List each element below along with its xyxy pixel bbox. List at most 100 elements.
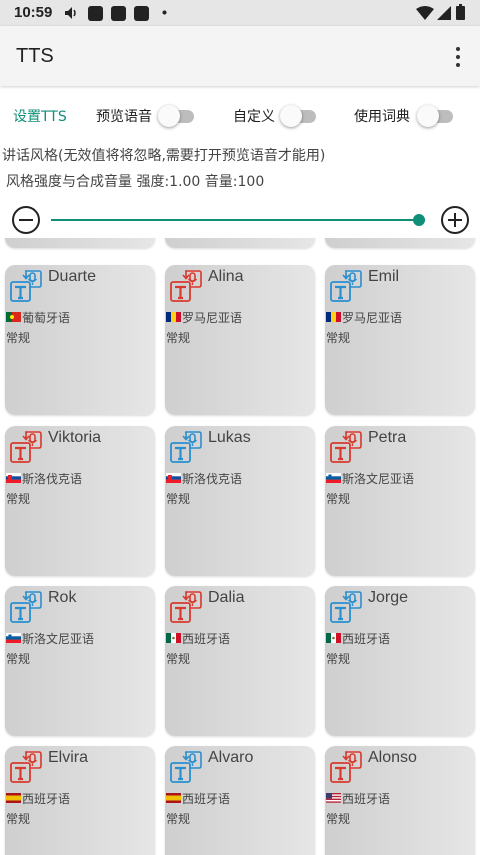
voice-name: Alina	[208, 268, 244, 285]
voice-name: Viktoria	[48, 429, 102, 446]
dot-icon	[162, 10, 167, 15]
notification-icon	[88, 6, 103, 21]
notification-icon	[134, 6, 149, 21]
voice-card[interactable]: Rok 斯洛文尼亚语常规	[5, 586, 155, 736]
voice-style: 常规	[6, 331, 31, 345]
wifi-icon	[416, 6, 434, 20]
tts-voice-icon	[10, 270, 42, 302]
tts-voice-icon	[10, 751, 42, 783]
voice-name: Jorge	[368, 589, 409, 606]
status-time: 10:59	[14, 4, 53, 21]
options-row: 设置TTS 预览语音 自定义 使用词典	[0, 100, 480, 130]
notification-icon	[111, 6, 126, 21]
voice-style: 常规	[166, 492, 191, 506]
voice-card[interactable]: Alina 罗马尼亚语常规	[165, 265, 315, 415]
increase-button[interactable]	[441, 206, 469, 234]
voice-language: 西班牙语	[342, 792, 391, 806]
voice-style: 常规	[326, 492, 351, 506]
volume-icon	[65, 7, 76, 19]
country-flag-icon	[326, 633, 341, 643]
voice-card[interactable]: Petra 斯洛文尼亚语常规	[325, 426, 475, 576]
more-options-icon[interactable]	[450, 46, 466, 68]
voice-language: 斯洛文尼亚语	[342, 472, 415, 486]
voice-card-partial[interactable]	[325, 238, 475, 248]
voice-style: 常规	[166, 331, 191, 345]
battery-icon	[456, 4, 465, 20]
country-flag-icon	[166, 633, 181, 643]
country-flag-icon	[326, 312, 341, 322]
voice-grid: Duarte 葡萄牙语 常规 Alina 罗马尼亚语 常规 Emil 罗马尼亚语 常规 Vikto…	[0, 238, 480, 855]
voice-card[interactable]: Viktoria 斯洛伐克语常规	[5, 426, 155, 576]
tts-voice-icon	[170, 591, 202, 623]
voice-card[interactable]: Alonso 西班牙语常规	[325, 746, 475, 855]
voice-card[interactable]: Lukas 斯洛伐克语 常规	[165, 426, 315, 576]
voice-style: 常规	[166, 812, 191, 826]
signal-icon	[437, 6, 451, 20]
voice-style: 常规	[326, 652, 351, 666]
voice-language: 西班牙语	[182, 632, 231, 646]
voice-language: 罗马尼亚语	[182, 311, 243, 325]
country-flag-icon	[6, 793, 21, 803]
tts-voice-icon	[10, 591, 42, 623]
tts-voice-icon	[330, 431, 362, 463]
dict-label: 使用词典	[354, 109, 410, 125]
tts-voice-icon	[330, 591, 362, 623]
voice-style: 常规	[6, 652, 31, 666]
country-flag-icon	[6, 473, 21, 483]
tts-voice-icon	[330, 751, 362, 783]
preview-label: 预览语音	[96, 109, 152, 125]
style-description: 讲话风格(无效值将将忽略,需要打开预览语音才能用)	[2, 148, 326, 164]
voice-card[interactable]: Elvira 西班牙语 常规	[5, 746, 155, 855]
style-slider-row	[0, 202, 480, 238]
voice-card[interactable]: Alvaro 西班牙语常规	[165, 746, 315, 855]
voice-name: Dalia	[208, 589, 245, 606]
slider-track[interactable]	[51, 219, 419, 221]
style-intensity-volume: 风格强度与合成音量 强度:1.00 音量:100	[6, 174, 265, 190]
voice-language: 西班牙语	[342, 632, 391, 646]
country-flag-icon	[166, 312, 181, 322]
country-flag-icon	[6, 312, 21, 322]
country-flag-icon	[326, 473, 341, 483]
status-bar: 10:59	[0, 0, 480, 26]
voice-name: Rok	[48, 589, 77, 606]
country-flag-icon	[326, 793, 341, 803]
voice-name: Elvira	[48, 749, 89, 766]
voice-language: 西班牙语	[182, 792, 231, 806]
tts-voice-icon	[10, 431, 42, 463]
voice-style: 常规	[6, 812, 31, 826]
country-flag-icon	[166, 793, 181, 803]
dict-toggle[interactable]	[417, 105, 455, 127]
tts-voice-icon	[170, 270, 202, 302]
voice-language: 斯洛伐克语	[22, 472, 83, 486]
voice-card-partial[interactable]	[165, 238, 315, 248]
voice-name: Emil	[368, 268, 400, 285]
app-title: TTS	[16, 45, 54, 67]
voice-card[interactable]: Dalia 西班牙语常规	[165, 586, 315, 736]
voice-name: Duarte	[48, 268, 97, 285]
voice-style: 常规	[6, 492, 31, 506]
voice-language: 斯洛伐克语	[182, 472, 243, 486]
voice-language: 斯洛文尼亚语	[22, 632, 95, 646]
tts-voice-icon	[330, 270, 362, 302]
app-bar: TTS	[0, 26, 480, 86]
voice-name: Alvaro	[208, 749, 254, 766]
voice-name: Alonso	[368, 749, 417, 766]
voice-language: 罗马尼亚语	[342, 311, 403, 325]
decrease-button[interactable]	[12, 206, 40, 234]
country-flag-icon	[6, 633, 21, 643]
voice-style: 常规	[166, 652, 191, 666]
voice-style: 常规	[326, 812, 351, 826]
custom-toggle[interactable]	[280, 105, 318, 127]
voice-name: Petra	[368, 429, 407, 446]
voice-language: 葡萄牙语	[22, 311, 71, 325]
voice-card[interactable]: Emil 罗马尼亚语常规	[325, 265, 475, 415]
voice-card-partial[interactable]	[5, 238, 155, 248]
slider-thumb[interactable]	[413, 214, 425, 226]
preview-toggle[interactable]	[158, 105, 196, 127]
voice-card[interactable]: Duarte 葡萄牙语常规	[5, 265, 155, 415]
tts-voice-icon	[170, 431, 202, 463]
tab-tts-settings[interactable]: 设置TTS	[13, 106, 67, 126]
custom-label: 自定义	[233, 109, 275, 125]
voice-card[interactable]: Jorge 西班牙语常规	[325, 586, 475, 736]
voice-style: 常规	[326, 331, 351, 345]
